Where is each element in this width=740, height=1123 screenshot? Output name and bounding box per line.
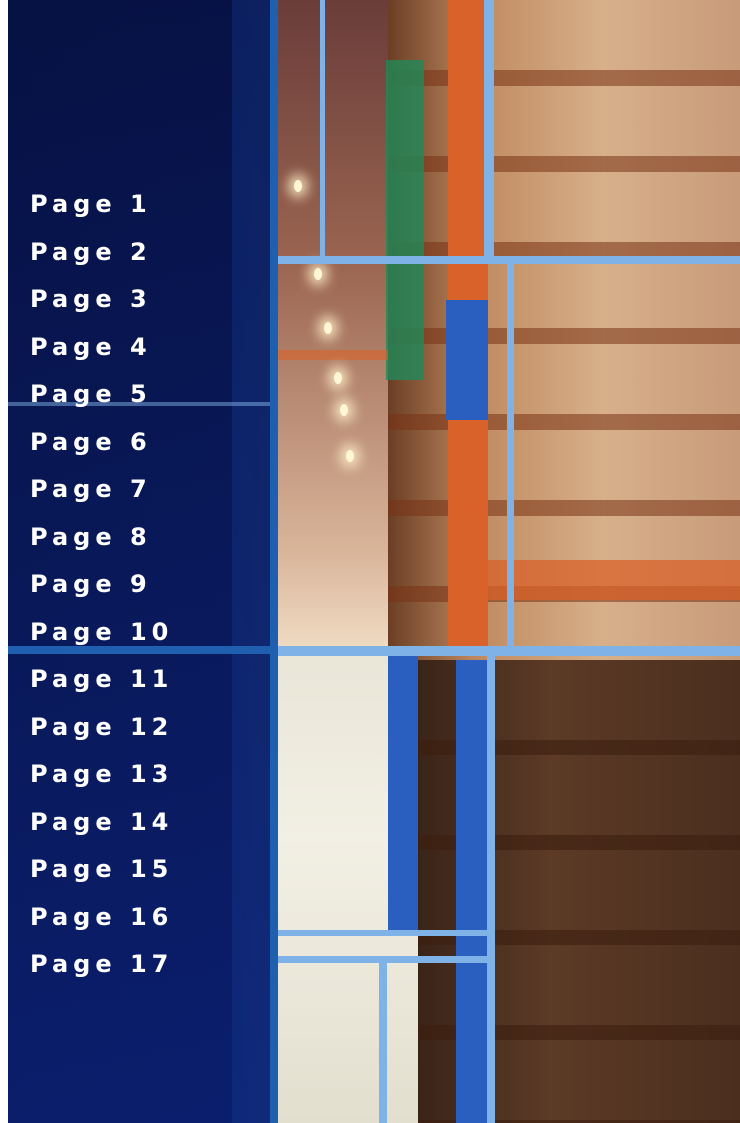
- blue-rack-post: [446, 300, 488, 420]
- page-link-8[interactable]: Page 8: [30, 519, 173, 567]
- orange-shelf-beam: [488, 560, 740, 600]
- aisle-ceiling: [278, 0, 388, 650]
- grid-line-horizontal: [278, 646, 740, 656]
- ceiling-light: [334, 372, 342, 384]
- ceiling-light: [346, 450, 354, 462]
- page-link-13[interactable]: Page 13: [30, 756, 173, 804]
- ceiling-light: [340, 404, 348, 416]
- page-link-17[interactable]: Page 17: [30, 946, 173, 994]
- page-link-2[interactable]: Page 2: [30, 234, 173, 282]
- page-link-14[interactable]: Page 14: [30, 804, 173, 852]
- page-link-5[interactable]: Page 5: [30, 376, 173, 424]
- left-margin-strip: [0, 0, 8, 1123]
- grid-line-vertical: [379, 963, 387, 1123]
- grid-line-vertical: [487, 656, 495, 1123]
- page-link-11[interactable]: Page 11: [30, 661, 173, 709]
- grid-line-horizontal: [278, 930, 487, 936]
- grid-line-vertical: [320, 0, 325, 258]
- page-link-12[interactable]: Page 12: [30, 709, 173, 757]
- page-link-3[interactable]: Page 3: [30, 281, 173, 329]
- blue-rack-post: [388, 650, 418, 930]
- ceiling-light: [294, 180, 302, 192]
- green-crates: [386, 60, 424, 380]
- page-list: Page 1 Page 2 Page 3 Page 4 Page 5 Page …: [30, 186, 173, 994]
- page-link-15[interactable]: Page 15: [30, 851, 173, 899]
- grid-line-vertical: [270, 0, 278, 1123]
- page-link-6[interactable]: Page 6: [30, 424, 173, 472]
- page-link-7[interactable]: Page 7: [30, 471, 173, 519]
- page-link-4[interactable]: Page 4: [30, 329, 173, 377]
- page-link-1[interactable]: Page 1: [30, 186, 173, 234]
- page-link-9[interactable]: Page 9: [30, 566, 173, 614]
- ceiling-light: [314, 268, 322, 280]
- blue-rack-post: [456, 660, 490, 1123]
- ceiling-beam: [278, 350, 388, 360]
- page-link-10[interactable]: Page 10: [30, 614, 173, 662]
- grid-line-horizontal: [278, 956, 487, 963]
- grid-line-vertical: [484, 0, 494, 258]
- grid-line-vertical: [507, 264, 514, 650]
- page-link-16[interactable]: Page 16: [30, 899, 173, 947]
- ceiling-light: [324, 322, 332, 334]
- cover-page: Page 1 Page 2 Page 3 Page 4 Page 5 Page …: [0, 0, 740, 1123]
- grid-line-horizontal: [278, 256, 740, 264]
